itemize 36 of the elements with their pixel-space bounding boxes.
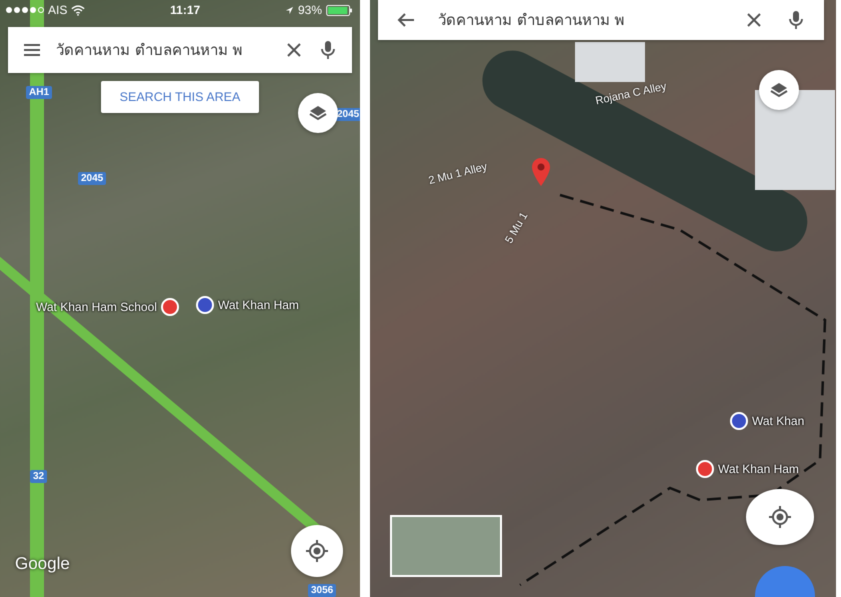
street-view-photo-placeholder[interactable] [390, 515, 502, 577]
route-shield: 2045 [78, 172, 106, 185]
search-query[interactable]: วัดคานหาม ตำบลคานหาม พ [56, 38, 270, 62]
layers-icon [308, 103, 328, 123]
place-label[interactable]: Wat Khan Ham School [36, 300, 157, 314]
route-shield: 3056 [308, 584, 336, 597]
search-query[interactable]: วัดคานหาม ตำบลคานหาม พ [438, 8, 722, 32]
school-icon[interactable] [160, 298, 179, 316]
temple-icon[interactable] [196, 296, 214, 314]
wifi-icon [71, 4, 86, 16]
street-label: Rojana C Alley [594, 80, 668, 108]
search-this-area-button[interactable]: SEARCH THIS AREA [101, 81, 259, 113]
school-icon[interactable] [696, 460, 714, 478]
google-logo: Google [15, 554, 70, 574]
carrier-name: AIS [48, 3, 68, 17]
street-label: 2 Mu 1 Alley [427, 160, 488, 188]
factory-roof [575, 42, 645, 82]
signal-icon [6, 7, 44, 13]
temple-icon[interactable] [730, 412, 748, 430]
route-shield: AH1 [26, 86, 52, 99]
route-shield: 32 [30, 470, 48, 483]
location-target-icon [768, 505, 792, 529]
clock-time: 11:17 [169, 3, 202, 17]
microphone-icon[interactable] [318, 40, 338, 60]
location-arrow-icon [284, 6, 294, 14]
street-label: 5 Mu 1 [503, 210, 530, 246]
place-label[interactable]: Wat Khan Ham [218, 298, 299, 312]
place-label[interactable]: Wat Khan Ham [718, 462, 799, 476]
layers-icon [769, 80, 789, 100]
microphone-icon[interactable] [786, 10, 806, 30]
search-bar[interactable]: วัดคานหาม ตำบลคานหาม พ [378, 0, 824, 40]
location-target-icon [305, 539, 329, 563]
battery-icon [326, 4, 354, 16]
search-bar[interactable]: วัดคานหาม ตำบลคานหาม พ [8, 27, 352, 73]
battery-percent: 93% [298, 3, 322, 17]
place-label[interactable]: Wat Khan [752, 414, 804, 428]
